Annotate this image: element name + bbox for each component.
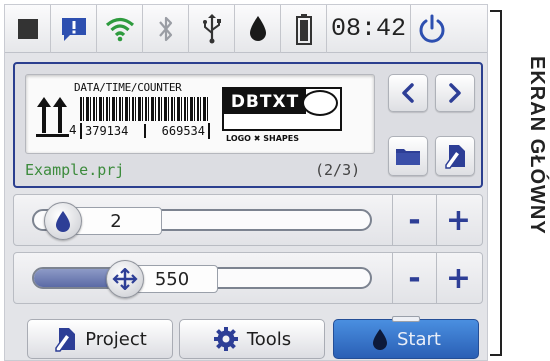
ink-drop-icon	[56, 211, 70, 232]
side-caption: EKRAN GŁÓWNY	[526, 56, 548, 235]
bluetooth-icon	[143, 5, 189, 53]
project-button-label: Project	[85, 328, 147, 350]
clock: 08:42	[327, 5, 411, 53]
barcode-code-2: 669534	[161, 124, 205, 138]
chevron-right-icon	[449, 83, 461, 103]
gear-icon	[213, 327, 238, 351]
logo-caption: LOGO ✖ SHAPES	[226, 134, 299, 143]
logo-graphic: DBTXT	[222, 87, 342, 131]
caption-bracket	[490, 10, 502, 356]
ink-drop-icon	[373, 329, 387, 350]
speed-slider-row: 550 - +	[13, 252, 483, 304]
tools-button[interactable]: Tools	[179, 319, 325, 359]
label-preview[interactable]: DATA/TIME/COUNTER 4 379134 669534 DBTXT …	[25, 74, 375, 154]
label-header-text: DATA/TIME/COUNTER	[74, 81, 182, 94]
prev-button[interactable]	[388, 74, 428, 112]
logo-ellipse	[302, 90, 338, 116]
logo-text: DBTXT	[224, 89, 306, 114]
edit-document-icon	[55, 328, 76, 352]
edit-project-button[interactable]	[435, 136, 475, 176]
status-bar: 08:42	[5, 5, 487, 53]
open-folder-button[interactable]	[388, 136, 428, 176]
project-button[interactable]: Project	[27, 319, 173, 359]
ink-drop-icon	[235, 5, 281, 53]
ink-slider-knob[interactable]	[44, 202, 82, 240]
wifi-icon	[97, 5, 143, 53]
up-arrows-graphic	[36, 97, 69, 137]
edit-document-icon	[445, 145, 465, 169]
power-icon[interactable]	[411, 5, 453, 53]
arrows-icon	[112, 268, 138, 290]
alert-message-icon[interactable]	[51, 5, 97, 53]
barcode	[80, 97, 210, 121]
speed-increase-button[interactable]: +	[436, 253, 480, 303]
start-button[interactable]: Start	[333, 316, 479, 359]
main-screen: 08:42 DATA/TIME/COUNTER 4 379134 669534 …	[4, 4, 488, 361]
start-button-tab	[392, 316, 420, 322]
battery-icon	[281, 5, 327, 53]
barcode-digits: 379134 669534	[80, 123, 210, 139]
clock-time: 08:42	[331, 14, 407, 43]
ink-slider-row: 2 - +	[13, 194, 483, 246]
ink-decrease-button[interactable]: -	[392, 195, 436, 245]
next-button[interactable]	[435, 74, 475, 112]
speed-decrease-button[interactable]: -	[392, 253, 436, 303]
speed-slider-knob[interactable]	[106, 260, 144, 298]
start-button-label: Start	[397, 328, 441, 350]
ink-increase-button[interactable]: +	[436, 195, 480, 245]
ink-value: 2	[70, 207, 162, 235]
stop-square-icon[interactable]	[5, 5, 51, 53]
project-file-name: Example.prj	[25, 161, 125, 179]
tools-button-label: Tools	[246, 328, 292, 350]
folder-icon	[396, 149, 420, 165]
label-left-number: 4	[69, 123, 77, 137]
project-panel: DATA/TIME/COUNTER 4 379134 669534 DBTXT …	[13, 62, 483, 188]
chevron-left-icon	[402, 83, 414, 103]
barcode-code-1: 379134	[85, 124, 129, 138]
usb-icon	[189, 5, 235, 53]
page-indicator: (2/3)	[315, 161, 361, 179]
